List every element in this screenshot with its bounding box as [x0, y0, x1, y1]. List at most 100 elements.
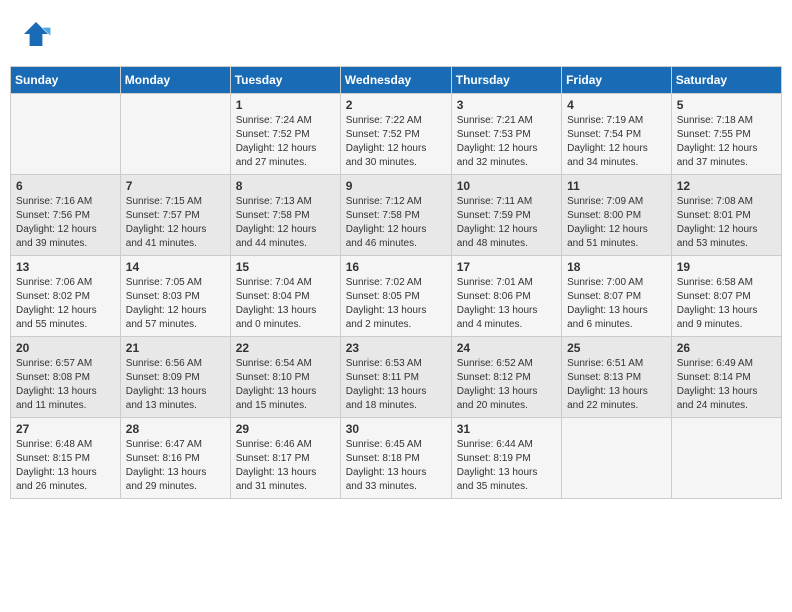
calendar-cell [671, 418, 781, 499]
calendar-cell [11, 94, 121, 175]
day-header-thursday: Thursday [451, 67, 561, 94]
logo [20, 18, 56, 50]
calendar-cell [562, 418, 672, 499]
day-number: 25 [567, 341, 666, 355]
day-info: Sunrise: 7:02 AMSunset: 8:05 PMDaylight:… [346, 276, 446, 332]
day-info: Sunrise: 6:56 AMSunset: 8:09 PMDaylight:… [126, 357, 225, 413]
day-number: 10 [457, 179, 556, 193]
calendar-cell: 14 Sunrise: 7:05 AMSunset: 8:03 PMDayligh… [120, 256, 230, 337]
day-info: Sunrise: 7:18 AMSunset: 7:55 PMDaylight:… [677, 114, 776, 170]
calendar-cell: 15 Sunrise: 7:04 AMSunset: 8:04 PMDayligh… [230, 256, 340, 337]
day-info: Sunrise: 7:15 AMSunset: 7:57 PMDaylight:… [126, 195, 225, 251]
day-info: Sunrise: 6:53 AMSunset: 8:11 PMDaylight:… [346, 357, 446, 413]
day-number: 11 [567, 179, 666, 193]
calendar-week-row: 6 Sunrise: 7:16 AMSunset: 7:56 PMDaylight… [11, 175, 782, 256]
day-header-wednesday: Wednesday [340, 67, 451, 94]
day-number: 4 [567, 98, 666, 112]
logo-icon [20, 18, 52, 50]
day-info: Sunrise: 7:09 AMSunset: 8:00 PMDaylight:… [567, 195, 666, 251]
day-number: 21 [126, 341, 225, 355]
day-number: 23 [346, 341, 446, 355]
day-number: 14 [126, 260, 225, 274]
day-info: Sunrise: 6:51 AMSunset: 8:13 PMDaylight:… [567, 357, 666, 413]
day-number: 30 [346, 422, 446, 436]
calendar-cell: 10 Sunrise: 7:11 AMSunset: 7:59 PMDayligh… [451, 175, 561, 256]
day-info: Sunrise: 6:46 AMSunset: 8:17 PMDaylight:… [236, 438, 335, 494]
day-header-saturday: Saturday [671, 67, 781, 94]
day-info: Sunrise: 7:16 AMSunset: 7:56 PMDaylight:… [16, 195, 115, 251]
calendar-cell: 4 Sunrise: 7:19 AMSunset: 7:54 PMDaylight… [562, 94, 672, 175]
day-info: Sunrise: 7:19 AMSunset: 7:54 PMDaylight:… [567, 114, 666, 170]
calendar-week-row: 1 Sunrise: 7:24 AMSunset: 7:52 PMDaylight… [11, 94, 782, 175]
day-info: Sunrise: 7:06 AMSunset: 8:02 PMDaylight:… [16, 276, 115, 332]
calendar-cell: 22 Sunrise: 6:54 AMSunset: 8:10 PMDayligh… [230, 337, 340, 418]
calendar-cell: 19Sunrise: 6:58 AMSunset: 8:07 PMDayligh… [671, 256, 781, 337]
day-info: Sunrise: 7:24 AMSunset: 7:52 PMDaylight:… [236, 114, 335, 170]
calendar-header-row: SundayMondayTuesdayWednesdayThursdayFrid… [11, 67, 782, 94]
day-number: 5 [677, 98, 776, 112]
page-header [10, 10, 782, 58]
calendar-cell: 23 Sunrise: 6:53 AMSunset: 8:11 PMDayligh… [340, 337, 451, 418]
day-number: 26 [677, 341, 776, 355]
calendar-cell: 26 Sunrise: 6:49 AMSunset: 8:14 PMDayligh… [671, 337, 781, 418]
calendar-cell: 9 Sunrise: 7:12 AMSunset: 7:58 PMDaylight… [340, 175, 451, 256]
day-number: 27 [16, 422, 115, 436]
calendar-week-row: 13 Sunrise: 7:06 AMSunset: 8:02 PMDayligh… [11, 256, 782, 337]
day-number: 12 [677, 179, 776, 193]
calendar-cell: 6 Sunrise: 7:16 AMSunset: 7:56 PMDaylight… [11, 175, 121, 256]
day-info: Sunrise: 7:08 AMSunset: 8:01 PMDaylight:… [677, 195, 776, 251]
calendar-cell: 27 Sunrise: 6:48 AMSunset: 8:15 PMDayligh… [11, 418, 121, 499]
day-info: Sunrise: 7:04 AMSunset: 8:04 PMDaylight:… [236, 276, 335, 332]
day-info: Sunrise: 7:00 AMSunset: 8:07 PMDaylight:… [567, 276, 666, 332]
calendar-cell: 5 Sunrise: 7:18 AMSunset: 7:55 PMDaylight… [671, 94, 781, 175]
calendar-cell: 13 Sunrise: 7:06 AMSunset: 8:02 PMDayligh… [11, 256, 121, 337]
day-number: 18 [567, 260, 666, 274]
day-info: Sunrise: 6:54 AMSunset: 8:10 PMDaylight:… [236, 357, 335, 413]
calendar-table: SundayMondayTuesdayWednesdayThursdayFrid… [10, 66, 782, 499]
calendar-cell: 8 Sunrise: 7:13 AMSunset: 7:58 PMDaylight… [230, 175, 340, 256]
day-number: 24 [457, 341, 556, 355]
calendar-cell: 16Sunrise: 7:02 AMSunset: 8:05 PMDayligh… [340, 256, 451, 337]
calendar-cell: 2 Sunrise: 7:22 AMSunset: 7:52 PMDaylight… [340, 94, 451, 175]
day-number: 13 [16, 260, 115, 274]
day-number: 8 [236, 179, 335, 193]
calendar-cell: 7Sunrise: 7:15 AMSunset: 7:57 PMDaylight… [120, 175, 230, 256]
day-info: Sunrise: 7:21 AMSunset: 7:53 PMDaylight:… [457, 114, 556, 170]
day-info: Sunrise: 6:45 AMSunset: 8:18 PMDaylight:… [346, 438, 446, 494]
calendar-cell: 12 Sunrise: 7:08 AMSunset: 8:01 PMDayligh… [671, 175, 781, 256]
day-info: Sunrise: 6:48 AMSunset: 8:15 PMDaylight:… [16, 438, 115, 494]
day-info: Sunrise: 7:22 AMSunset: 7:52 PMDaylight:… [346, 114, 446, 170]
day-info: Sunrise: 6:47 AMSunset: 8:16 PMDaylight:… [126, 438, 225, 494]
day-number: 15 [236, 260, 335, 274]
calendar-cell: 1 Sunrise: 7:24 AMSunset: 7:52 PMDaylight… [230, 94, 340, 175]
day-number: 17 [457, 260, 556, 274]
day-info: Sunrise: 7:01 AMSunset: 8:06 PMDaylight:… [457, 276, 556, 332]
calendar-cell: 17 Sunrise: 7:01 AMSunset: 8:06 PMDayligh… [451, 256, 561, 337]
calendar-cell: 3 Sunrise: 7:21 AMSunset: 7:53 PMDaylight… [451, 94, 561, 175]
day-header-friday: Friday [562, 67, 672, 94]
day-info: Sunrise: 6:49 AMSunset: 8:14 PMDaylight:… [677, 357, 776, 413]
day-number: 19 [677, 260, 776, 274]
day-info: Sunrise: 7:13 AMSunset: 7:58 PMDaylight:… [236, 195, 335, 251]
day-info: Sunrise: 7:12 AMSunset: 7:58 PMDaylight:… [346, 195, 446, 251]
day-number: 1 [236, 98, 335, 112]
day-info: Sunrise: 7:05 AMSunset: 8:03 PMDaylight:… [126, 276, 225, 332]
calendar-cell: 28 Sunrise: 6:47 AMSunset: 8:16 PMDayligh… [120, 418, 230, 499]
calendar-cell: 21 Sunrise: 6:56 AMSunset: 8:09 PMDayligh… [120, 337, 230, 418]
calendar-cell: 11 Sunrise: 7:09 AMSunset: 8:00 PMDayligh… [562, 175, 672, 256]
day-header-tuesday: Tuesday [230, 67, 340, 94]
calendar-cell: 20Sunrise: 6:57 AMSunset: 8:08 PMDayligh… [11, 337, 121, 418]
day-number: 31 [457, 422, 556, 436]
calendar-week-row: 27 Sunrise: 6:48 AMSunset: 8:15 PMDayligh… [11, 418, 782, 499]
day-number: 9 [346, 179, 446, 193]
calendar-cell: 25 Sunrise: 6:51 AMSunset: 8:13 PMDayligh… [562, 337, 672, 418]
day-number: 2 [346, 98, 446, 112]
calendar-cell: 18 Sunrise: 7:00 AMSunset: 8:07 PMDayligh… [562, 256, 672, 337]
day-number: 6 [16, 179, 115, 193]
day-number: 22 [236, 341, 335, 355]
calendar-cell: 29 Sunrise: 6:46 AMSunset: 8:17 PMDayligh… [230, 418, 340, 499]
day-number: 28 [126, 422, 225, 436]
day-number: 3 [457, 98, 556, 112]
day-info: Sunrise: 7:11 AMSunset: 7:59 PMDaylight:… [457, 195, 556, 251]
day-number: 29 [236, 422, 335, 436]
